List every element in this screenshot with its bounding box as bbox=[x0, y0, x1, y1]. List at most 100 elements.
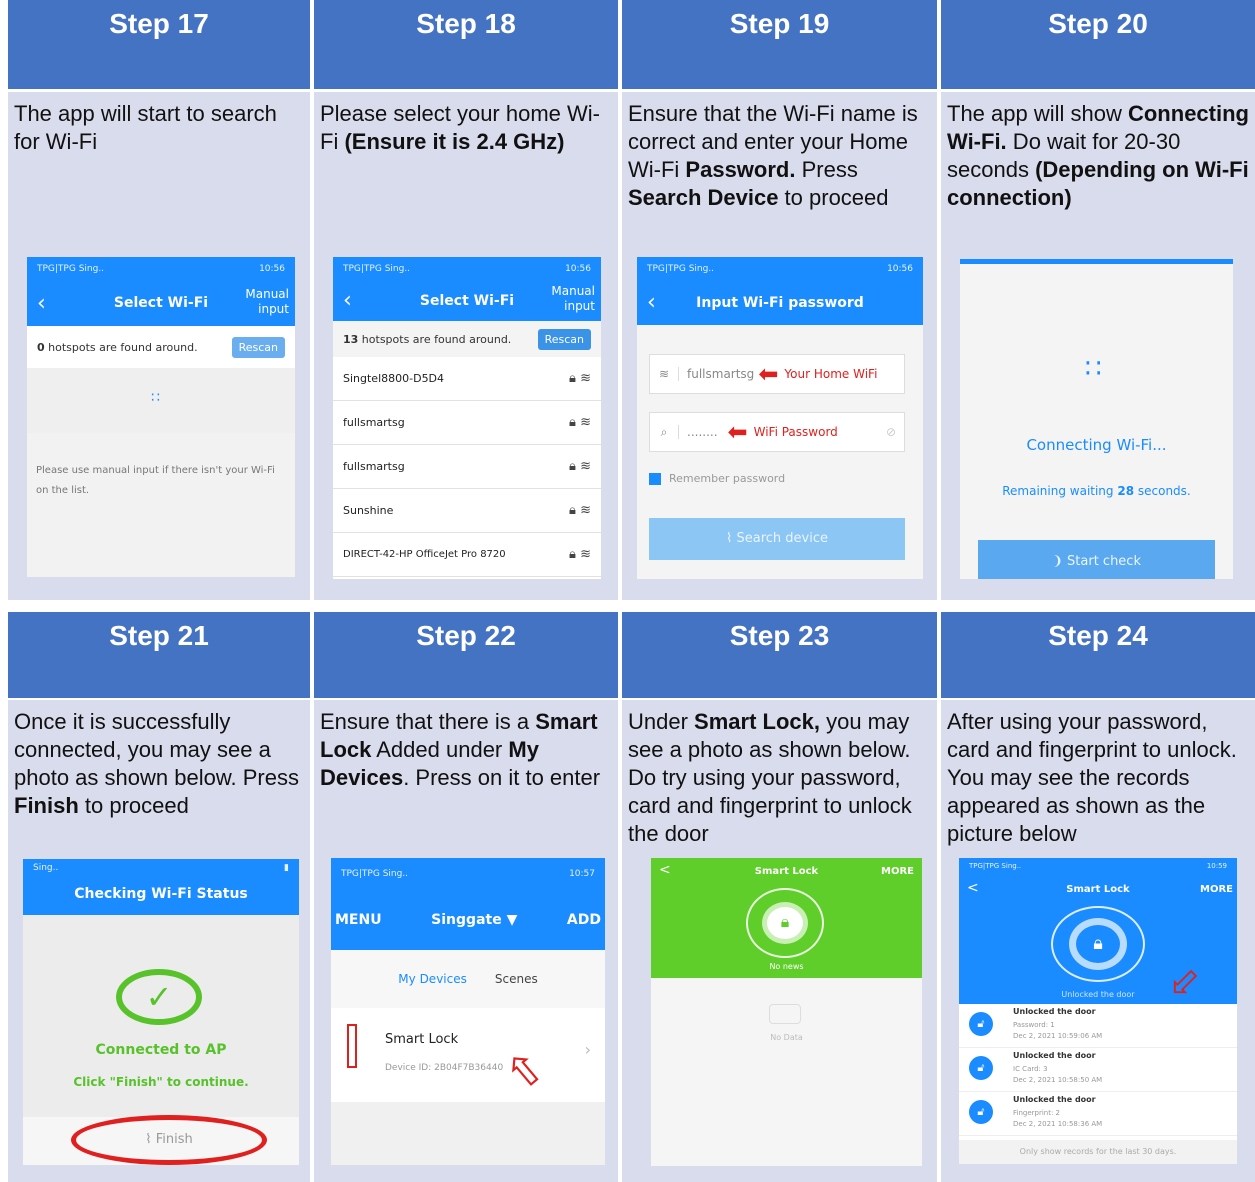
step-cell: The app will start to search for Wi-Fi T… bbox=[8, 92, 310, 600]
network-name: Singtel8800-D5D4 bbox=[343, 372, 445, 385]
spinner-icon: ⌇ bbox=[726, 531, 737, 546]
phone-screenshot: < Smart Lock MORE 🔒︎ No news No Data bbox=[651, 858, 922, 1166]
screen-title: Smart Lock bbox=[1066, 884, 1130, 895]
status-time: 10:56 bbox=[259, 264, 285, 274]
step-description: Under Smart Lock, you may see a photo as… bbox=[628, 708, 933, 848]
tab-scenes[interactable]: Scenes bbox=[495, 972, 538, 986]
network-name: fullsmartsg bbox=[343, 460, 405, 473]
status-bar: TPG|TPG Sing.. 10:56 bbox=[27, 257, 295, 281]
start-check-button[interactable]: ❩ Start check bbox=[978, 540, 1215, 579]
desc-text: Press bbox=[795, 157, 858, 182]
record-method: IC Card: 3 bbox=[1013, 1065, 1048, 1073]
lock-icon[interactable]: 🔒︎ bbox=[762, 902, 808, 944]
back-icon[interactable]: ‹ bbox=[37, 281, 46, 326]
red-arrow-icon: ⇧ bbox=[1158, 955, 1212, 1009]
desc-text: The app will show bbox=[947, 101, 1128, 126]
device-row[interactable]: Smart Lock Device ID: 2B04F7B36440 › ⇧ bbox=[331, 1008, 605, 1103]
desc-bold: Search Device bbox=[628, 185, 779, 210]
manual-input-button[interactable]: Manual input bbox=[549, 284, 595, 314]
wifi-icon: ≋ bbox=[658, 367, 670, 381]
record-row[interactable]: 🔓︎ Unlocked the door IC Card: 3 Dec 2, 2… bbox=[959, 1048, 1237, 1092]
record-time: Dec 2, 2021 10:59:06 AM bbox=[1013, 1032, 1103, 1040]
loading-area: ∷ bbox=[27, 368, 295, 433]
status-carrier: TPG|TPG Sing.. bbox=[343, 264, 411, 274]
screen-title: Input Wi-Fi password bbox=[696, 295, 864, 311]
remember-password[interactable]: Remember password bbox=[649, 472, 785, 485]
manual-input-button[interactable]: Manual input bbox=[243, 287, 289, 317]
device-tabs: My Devices Scenes bbox=[331, 950, 605, 1008]
record-row[interactable]: 🔓︎ Unlocked the door Fingerprint: 2 Dec … bbox=[959, 1092, 1237, 1136]
step-cell: The app will show Connecting Wi-Fi. Do w… bbox=[941, 92, 1255, 600]
step-header: Step 19 bbox=[622, 0, 937, 89]
app-title-bar: Checking Wi-Fi Status bbox=[23, 877, 299, 915]
loading-spinner-icon: ∷ bbox=[151, 390, 160, 406]
records-footer: Only show records for the last 30 days. bbox=[959, 1140, 1237, 1164]
network-name: fullsmartsg bbox=[343, 416, 405, 429]
hotspot-count: 13 bbox=[343, 332, 359, 346]
record-title: Unlocked the door bbox=[1013, 1007, 1096, 1016]
wifi-network-row[interactable]: fullsmartsg 🔒︎ ≋ bbox=[333, 445, 601, 489]
step-cell: Ensure that there is a Smart Lock Added … bbox=[314, 700, 618, 1182]
phone-screenshot: ∷ Connecting Wi-Fi... Remaining waiting … bbox=[960, 259, 1233, 579]
add-button[interactable]: ADD bbox=[567, 912, 601, 928]
desc-text: Once it is successfully connected, you m… bbox=[14, 709, 299, 790]
wifi-network-row[interactable]: DIRECT-42-HP OfficeJet Pro 8720 🔒︎ ≋ bbox=[333, 533, 601, 577]
checkbox-icon[interactable] bbox=[649, 472, 661, 485]
unlock-icon: 🔓︎ bbox=[969, 1100, 993, 1124]
step-description: The app will start to search for Wi-Fi bbox=[14, 101, 277, 154]
red-arrow-icon: ⬅ bbox=[727, 418, 748, 446]
more-button[interactable]: MORE bbox=[881, 866, 914, 877]
record-method: Fingerprint: 2 bbox=[1013, 1109, 1061, 1117]
wifi-name-field[interactable]: ≋ fullsmartsg ⬅ Your Home WiFi bbox=[649, 354, 905, 394]
continue-hint: Click "Finish" to continue. bbox=[73, 1075, 249, 1089]
back-icon[interactable]: ‹ bbox=[647, 281, 656, 325]
wifi-network-row[interactable]: Singtel8800-D5D4 🔒︎ ≋ bbox=[333, 357, 601, 401]
step-header: Step 20 bbox=[941, 0, 1255, 89]
lock-wifi-icon: 🔒︎ ≋ bbox=[569, 503, 591, 518]
tab-my-devices[interactable]: My Devices bbox=[398, 972, 467, 986]
network-name: Sunshine bbox=[343, 504, 394, 517]
rescan-button[interactable]: Rescan bbox=[231, 336, 285, 358]
hide-password-icon[interactable]: ⊘ bbox=[886, 425, 896, 439]
hotspot-text: hotspots are found around. bbox=[358, 332, 512, 346]
check-circle-icon: ✓ bbox=[116, 969, 202, 1025]
app-title-bar: MENU Singgate ▼ ADD bbox=[331, 890, 605, 950]
lock-icon[interactable]: 🔒︎ bbox=[1069, 918, 1127, 970]
status-carrier: TPG|TPG Sing.. bbox=[341, 869, 409, 879]
home-selector[interactable]: Singgate ▼ bbox=[431, 912, 517, 928]
no-data-text: No Data bbox=[770, 1033, 803, 1042]
finish-button[interactable]: ⌇ Finish bbox=[71, 1115, 267, 1165]
status-carrier: TPG|TPG Sing.. bbox=[969, 862, 1022, 870]
status-time: 10:56 bbox=[565, 264, 591, 274]
remaining-text: Remaining waiting 28 seconds. bbox=[960, 484, 1233, 498]
rescan-button[interactable]: Rescan bbox=[537, 328, 591, 350]
record-time: Dec 2, 2021 10:58:36 AM bbox=[1013, 1120, 1103, 1128]
remaining-prefix: Remaining waiting bbox=[1002, 484, 1118, 498]
hotspot-count: 0 bbox=[37, 340, 45, 354]
device-name: Smart Lock bbox=[385, 1032, 459, 1047]
search-device-button[interactable]: ⌇ Search device bbox=[649, 518, 905, 560]
step-description: The app will show Connecting Wi-Fi. Do w… bbox=[947, 100, 1251, 212]
status-bar: TPG|TPG Sing.. 10:57 bbox=[331, 858, 605, 890]
manual-input-hint: Please use manual input if there isn't y… bbox=[36, 465, 275, 496]
step-description: Once it is successfully connected, you m… bbox=[14, 708, 306, 820]
step-cell: After using your password, card and fing… bbox=[941, 700, 1255, 1182]
connecting-text: Connecting Wi-Fi... bbox=[1026, 436, 1167, 454]
wifi-network-row[interactable]: fullsmartsg 🔒︎ ≋ bbox=[333, 401, 601, 445]
hotspot-summary: 0 hotspots are found around. Rescan bbox=[27, 326, 295, 368]
record-row[interactable]: 🔓︎ Unlocked the door Password: 1 Dec 2, … bbox=[959, 1004, 1237, 1048]
status-bar: TPG|TPG Sing.. 10:56 bbox=[637, 257, 923, 281]
desc-text: . Press on it to enter bbox=[403, 765, 601, 790]
more-button[interactable]: MORE bbox=[1200, 884, 1233, 895]
menu-button[interactable]: MENU bbox=[335, 912, 382, 928]
wifi-network-row[interactable]: Sunshine 🔒︎ ≋ bbox=[333, 489, 601, 533]
step-description: Ensure that the Wi-Fi name is correct an… bbox=[628, 100, 933, 212]
chevron-right-icon: › bbox=[584, 1040, 591, 1059]
wifi-password-field[interactable]: ⌕ ........ ⬅ WiFi Password ⊘ bbox=[649, 412, 905, 452]
phone-screenshot: TPG|TPG Sing.. 10:56 ‹ Select Wi-Fi Manua… bbox=[333, 257, 601, 579]
desc-bold: (Ensure it is 2.4 GHz) bbox=[344, 129, 565, 154]
back-icon[interactable]: ‹ bbox=[343, 281, 352, 321]
step-cell: Please select your home Wi-Fi (Ensure it… bbox=[314, 92, 618, 600]
step-cell: Under Smart Lock, you may see a photo as… bbox=[622, 700, 937, 1182]
annotation-label: WiFi Password bbox=[753, 425, 838, 439]
